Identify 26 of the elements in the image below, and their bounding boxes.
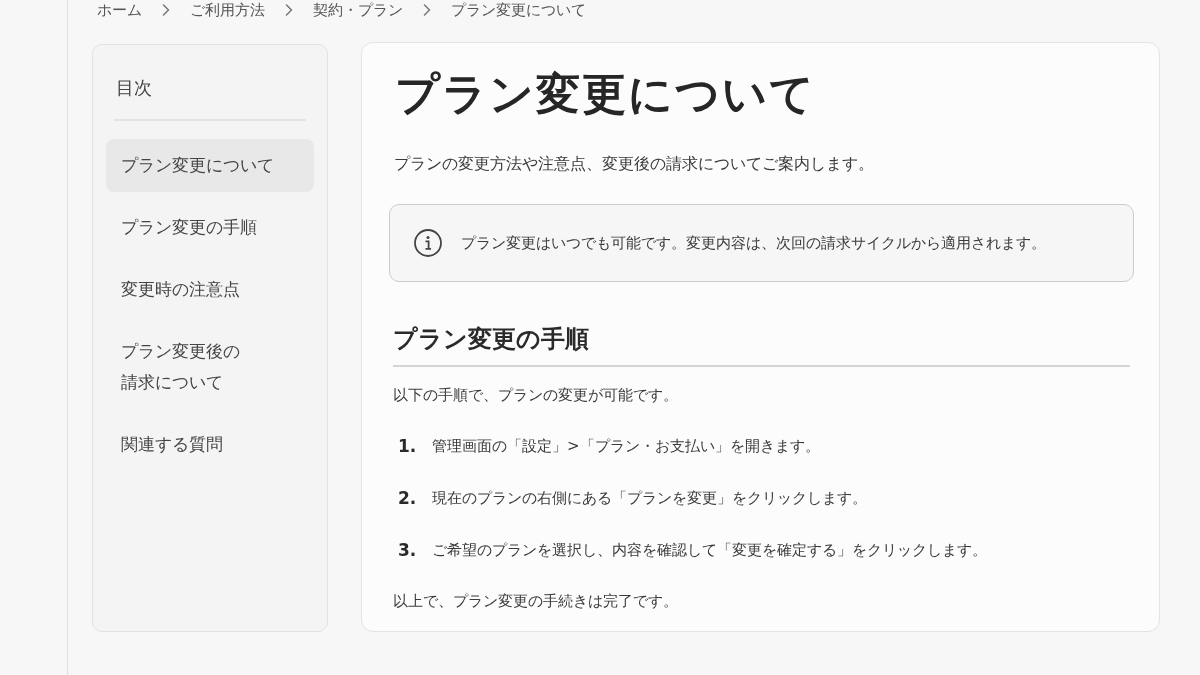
chevron-right-icon bbox=[423, 4, 431, 16]
toc-link[interactable]: プラン変更の手順 bbox=[106, 201, 314, 254]
step-number: 2. bbox=[398, 487, 418, 510]
step-number: 3. bbox=[398, 539, 418, 562]
notice-text: プラン変更はいつでも可能です。変更内容は、次回の請求サイクルから適用されます。 bbox=[461, 233, 1046, 254]
chevron-right-icon bbox=[285, 4, 293, 16]
page-title: プラン変更について bbox=[394, 67, 817, 120]
section-heading: プラン変更の手順 bbox=[393, 324, 590, 355]
toc-link[interactable]: 変更時の注意点 bbox=[106, 263, 314, 316]
step-text: 現在のプランの右側にある「プランを変更」をクリックします。 bbox=[432, 488, 867, 509]
breadcrumb-link[interactable]: ホーム bbox=[97, 0, 142, 20]
toc-link[interactable]: 関連する質問 bbox=[106, 418, 314, 471]
breadcrumb-link[interactable]: 契約・プラン bbox=[313, 0, 403, 20]
step-number: 1. bbox=[398, 435, 418, 458]
toc-link[interactable]: プラン変更について bbox=[106, 139, 314, 192]
step-text: ご希望のプランを選択し、内容を確認して「変更を確定する」をクリックします。 bbox=[432, 540, 987, 561]
closing-text: 以上で、プラン変更の手続きは完了です。 bbox=[393, 591, 679, 612]
info-icon bbox=[414, 229, 442, 257]
intro-text: 以下の手順で、プランの変更が可能です。 bbox=[393, 385, 679, 406]
chevron-right-icon bbox=[162, 4, 170, 16]
step-text: 管理画面の「設定」>「プラン・お支払い」を開きます。 bbox=[432, 436, 820, 457]
breadcrumb-link[interactable]: ご利用方法 bbox=[190, 0, 265, 20]
toc-link[interactable]: プラン変更後の 請求について bbox=[106, 325, 314, 409]
lead-text: プランの変更方法や注意点、変更後の請求についてご案内します。 bbox=[393, 153, 875, 175]
breadcrumb-current: プラン変更について bbox=[451, 0, 586, 20]
toc-title: 目次 bbox=[116, 76, 153, 100]
